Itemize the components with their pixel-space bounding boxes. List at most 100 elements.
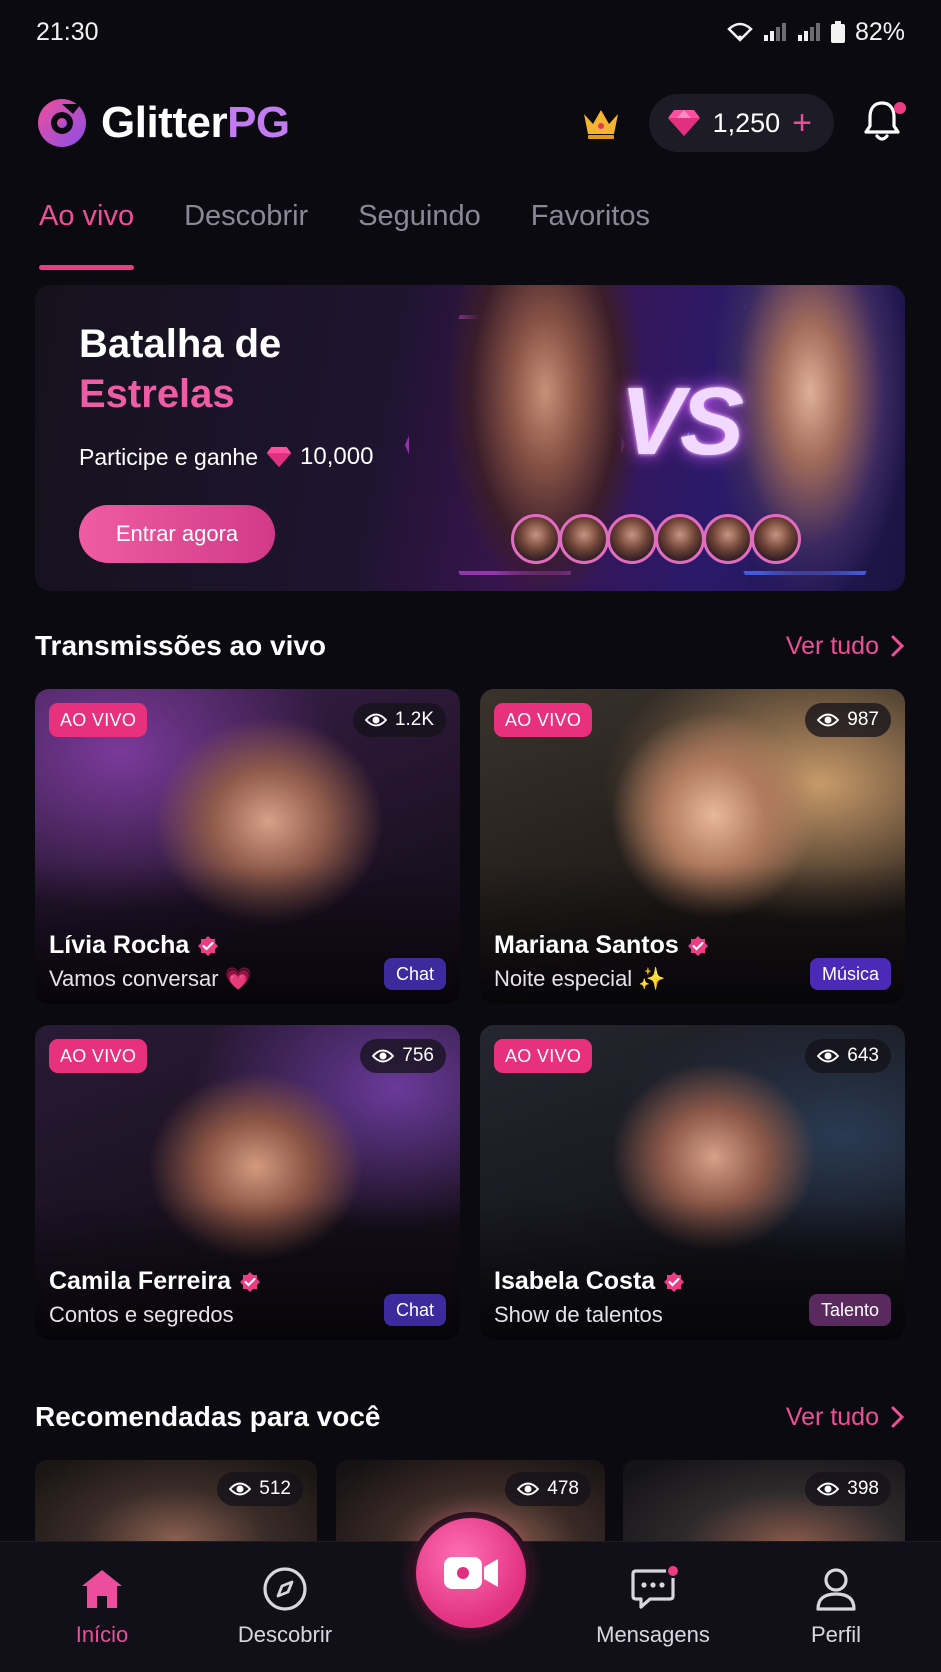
- category-tag: Chat: [383, 958, 446, 990]
- recommended-section-header: Recomendadas para você Ver tudo: [35, 1397, 905, 1437]
- tab-favoritos[interactable]: Favoritos: [531, 200, 650, 270]
- stream-subtitle-text: Noite especial: [494, 966, 633, 991]
- verified-icon: [240, 1271, 261, 1292]
- live-badge: AO VIVO: [494, 1039, 593, 1073]
- battle-banner[interactable]: VS Batalha de Estrelas Participe e ganhe…: [35, 285, 905, 591]
- participant-avatars: [511, 514, 801, 564]
- app-name-part2: PG: [227, 98, 290, 147]
- live-card[interactable]: AO VIVO 1.2K Lívia Rocha Vamos conversar…: [35, 689, 460, 1004]
- viewer-count: 1.2K: [352, 703, 446, 737]
- app-header: GlitterPG 1,250 +: [0, 84, 941, 162]
- streamer-name: Isabela Costa: [494, 1267, 685, 1296]
- nav-icon: [814, 1564, 858, 1614]
- live-section-title: Transmissões ao vivo: [35, 630, 327, 661]
- eye-icon: [817, 1049, 840, 1063]
- nav-descobrir[interactable]: Descobrir: [210, 1564, 360, 1648]
- chevron-right-icon: [891, 635, 905, 657]
- signal-icon: [763, 23, 786, 41]
- viewer-count-value: 1.2K: [394, 709, 434, 730]
- stream-subtitle: Show de talentos: [494, 1302, 663, 1328]
- nav-icon: [630, 1564, 680, 1614]
- live-badge: AO VIVO: [49, 1039, 148, 1073]
- nav-label: Perfil: [810, 1622, 862, 1647]
- live-card[interactable]: AO VIVO 756 Camila Ferreira Contos e seg…: [35, 1025, 460, 1340]
- nav-label: Início: [75, 1622, 129, 1647]
- eye-icon: [364, 713, 387, 727]
- avatar: [751, 514, 801, 564]
- nav-inicio[interactable]: Início: [27, 1564, 177, 1648]
- viewer-count-value: 512: [259, 1478, 291, 1499]
- verified-icon: [664, 1271, 685, 1292]
- go-live-button[interactable]: [410, 1512, 532, 1634]
- home-icon: [82, 1570, 122, 1608]
- user-icon: [816, 1568, 856, 1611]
- stream-subtitle-text: Contos e segredos: [49, 1302, 234, 1327]
- gem-balance: 1,250: [712, 107, 781, 138]
- eye-icon: [372, 1049, 395, 1063]
- gem-icon: [266, 447, 292, 467]
- stream-subtitle-text: Vamos conversar: [49, 966, 219, 991]
- banner-title-line1: Batalha de: [79, 322, 282, 366]
- viewer-count: 398: [805, 1472, 891, 1506]
- viewer-count-value: 643: [847, 1045, 879, 1066]
- stream-subtitle: Noite especial ✨: [494, 966, 666, 992]
- sparkles-emoji-icon: ✨: [638, 966, 666, 991]
- app-screen: 21:30 82% GlitterPG 1,250 + Ao vivo Desc…: [0, 0, 941, 1672]
- heart-emoji-icon: 💗: [224, 966, 252, 991]
- streamer-name-text: Mariana Santos: [494, 931, 679, 959]
- live-badge: AO VIVO: [494, 703, 593, 737]
- crown-icon[interactable]: [581, 106, 621, 140]
- banner-subtitle-text: Participe e ganhe: [79, 443, 259, 470]
- viewer-count: 478: [505, 1472, 591, 1506]
- viewer-count-value: 398: [847, 1478, 879, 1499]
- streamer-name-text: Lívia Rocha: [49, 931, 190, 959]
- add-gems-button[interactable]: +: [792, 106, 812, 140]
- stream-subtitle: Vamos conversar 💗: [49, 966, 252, 992]
- eye-icon: [229, 1482, 252, 1496]
- banner-subtitle: Participe e ganhe 10,000: [79, 443, 373, 471]
- gem-balance-pill[interactable]: 1,250 +: [648, 94, 834, 152]
- live-see-all-link[interactable]: Ver tudo: [786, 632, 905, 661]
- unread-dot: [666, 1564, 680, 1578]
- eye-icon: [817, 1482, 840, 1496]
- nav-perfil[interactable]: Perfil: [761, 1564, 911, 1648]
- video-camera-icon: [444, 1557, 498, 1589]
- stream-subtitle: Contos e segredos: [49, 1302, 234, 1328]
- gem-icon: [667, 110, 700, 136]
- wifi-icon: [727, 22, 753, 42]
- chevron-right-icon: [891, 1406, 905, 1428]
- tab-seguindo[interactable]: Seguindo: [358, 200, 481, 270]
- category-tag: Talento: [808, 1294, 891, 1326]
- live-card[interactable]: AO VIVO 987 Mariana Santos Noite especia…: [480, 689, 905, 1004]
- recommended-see-all-link[interactable]: Ver tudo: [786, 1403, 905, 1432]
- avatar: [511, 514, 561, 564]
- streamer-name: Mariana Santos: [494, 931, 709, 960]
- status-bar: 21:30 82%: [0, 0, 941, 64]
- avatar: [703, 514, 753, 564]
- streamer-name-text: Camila Ferreira: [49, 1267, 232, 1295]
- see-all-label: Ver tudo: [785, 631, 879, 660]
- status-icons: 82%: [727, 18, 905, 47]
- recommended-section-title: Recomendadas para você: [35, 1401, 381, 1432]
- join-now-button[interactable]: Entrar agora: [79, 505, 275, 563]
- eye-icon: [517, 1482, 540, 1496]
- notification-dot: [894, 102, 906, 114]
- avatar: [655, 514, 705, 564]
- app-logo[interactable]: GlitterPG: [35, 96, 290, 150]
- nav-label: Descobrir: [237, 1622, 333, 1647]
- viewer-count-value: 478: [547, 1478, 579, 1499]
- category-tag: Música: [809, 958, 891, 990]
- logo-icon: [38, 99, 86, 147]
- verified-icon: [687, 935, 708, 956]
- nav-mensagens[interactable]: Mensagens: [578, 1564, 728, 1648]
- signal-icon-2: [797, 23, 820, 41]
- see-all-label: Ver tudo: [785, 1402, 879, 1431]
- tab-ao-vivo[interactable]: Ao vivo: [39, 200, 135, 270]
- tab-descobrir[interactable]: Descobrir: [184, 200, 308, 270]
- viewer-count: 987: [805, 703, 891, 737]
- app-name-part1: Glitter: [101, 98, 228, 147]
- notifications-button[interactable]: [862, 98, 906, 148]
- viewer-count-value: 987: [847, 709, 879, 730]
- nav-icon: [262, 1564, 308, 1614]
- live-card[interactable]: AO VIVO 643 Isabela Costa Show de talent…: [480, 1025, 905, 1340]
